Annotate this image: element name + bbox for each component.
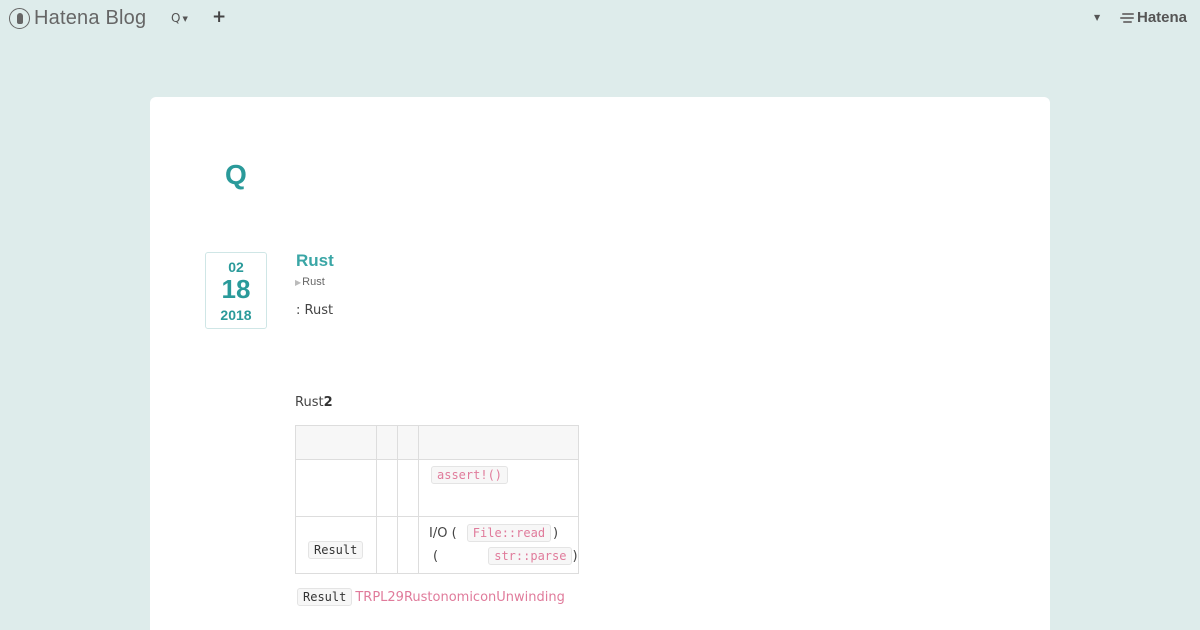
parse-line: ( str::parse) — [429, 545, 578, 568]
error-handling-table: assert!() Result I/O ( File::read) ( str… — [295, 425, 579, 574]
io-close: ) — [553, 526, 559, 541]
reference-link[interactable]: TRPL29RustonomiconUnwinding — [355, 590, 565, 605]
file-read-code: File::read — [466, 524, 552, 542]
table-header-cell — [376, 425, 398, 460]
hatena-blog-logo-icon — [9, 7, 30, 29]
str-parse-code: str::parse — [488, 547, 573, 565]
table-header-row — [295, 425, 579, 460]
table-cell: assert!() — [418, 459, 579, 517]
table-cell — [376, 459, 398, 517]
add-button[interactable]: + — [212, 7, 226, 27]
entry-date-month: 02 — [228, 259, 244, 275]
lead-bold-number: 2 — [323, 395, 333, 410]
entry-date[interactable]: 02 18 2018 — [205, 252, 267, 329]
blog-container: Q 02 18 2018 Rust ▶ Rust : Rust Rust2 as… — [150, 97, 1050, 630]
table-cell: I/O ( File::read) ( str::parse) — [418, 516, 579, 574]
table-cell — [397, 516, 419, 574]
user-menu-chevron-down-icon[interactable]: ▼ — [1094, 13, 1100, 22]
table-header-cell — [397, 425, 419, 460]
search-menu-button[interactable]: Q ▼ — [171, 11, 188, 25]
hatena-account-button[interactable]: Hatena — [1119, 9, 1187, 26]
hatena-blog-logo-text: Hatena Blog — [34, 6, 147, 29]
search-menu-label: Q — [171, 11, 181, 25]
blog-title[interactable]: Q — [225, 159, 247, 191]
entry-title[interactable]: Rust — [296, 251, 334, 271]
entry-date-year: 2018 — [220, 307, 252, 323]
result-code-inline: Result — [297, 588, 353, 606]
result-links-line: Result TRPL29RustonomiconUnwinding — [297, 588, 565, 606]
table-cell — [397, 459, 419, 517]
io-line: I/O ( File::read) — [429, 522, 578, 545]
parse-close: ) — [572, 549, 578, 564]
lead-text: Rust — [295, 395, 324, 410]
hatena-blog-logo[interactable]: Hatena Blog — [9, 7, 146, 29]
entry-category[interactable]: ▶ Rust — [295, 276, 325, 288]
global-header: Hatena Blog Q ▼ + ▼ Hatena — [0, 0, 1200, 38]
table-cell: Result — [295, 516, 377, 574]
category-triangle-icon: ▶ — [295, 277, 302, 287]
hatena-logo-icon — [1119, 11, 1135, 25]
entry-lead-paragraph: Rust2 — [295, 395, 333, 410]
table-row: assert!() — [295, 459, 579, 517]
table-cell — [376, 516, 398, 574]
table-header-cell — [418, 425, 579, 460]
table-cell — [295, 459, 377, 517]
assert-code: assert!() — [431, 466, 509, 484]
entry-meta-line: : Rust — [296, 303, 334, 318]
chevron-down-icon: ▼ — [182, 14, 188, 23]
hatena-label: Hatena — [1137, 9, 1188, 26]
entry-date-day: 18 — [221, 274, 251, 304]
table-row: Result I/O ( File::read) ( str::parse) — [295, 516, 579, 574]
entry-category-label: Rust — [302, 276, 325, 288]
parse-open: ( — [433, 549, 439, 564]
table-header-cell — [295, 425, 377, 460]
result-code: Result — [308, 540, 364, 559]
io-text: I/O ( — [429, 526, 457, 541]
